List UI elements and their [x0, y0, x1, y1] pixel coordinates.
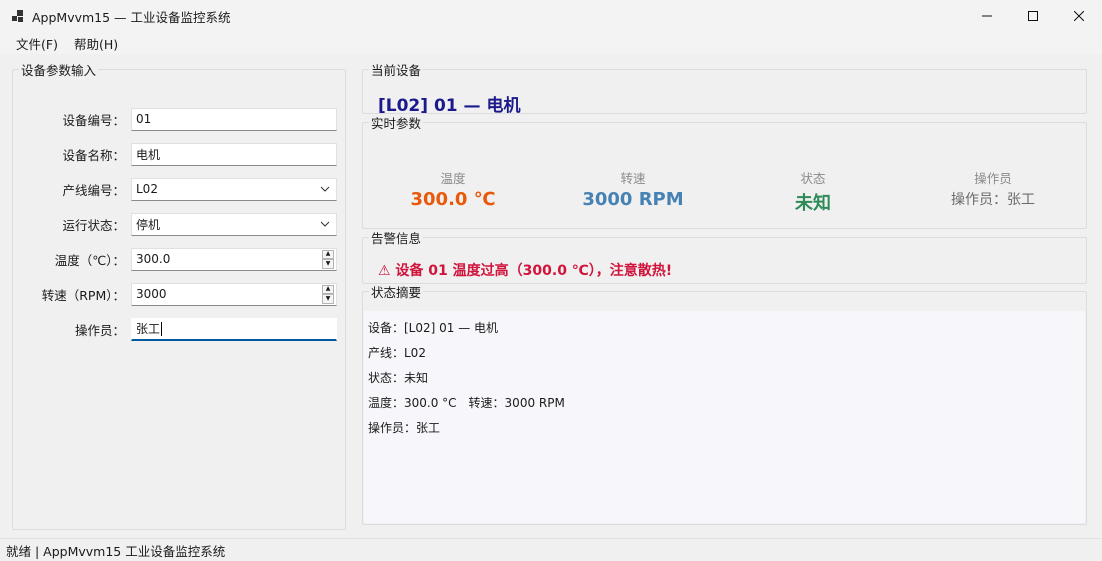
group-legend: 实时参数 — [371, 116, 422, 131]
main-area: 设备参数输入 设备编号： 01 设备名称： 电机 产线编号： L02 运行状态：… — [0, 54, 1102, 538]
device-input-group: 设备参数输入 设备编号： 01 设备名称： 电机 产线编号： L02 运行状态：… — [12, 60, 346, 530]
chevron-down-icon — [320, 186, 330, 192]
metric-temperature: 温度 300.0 ℃ — [363, 168, 543, 210]
current-device-group: 当前设备 [L02] 01 — 电机 — [362, 60, 1087, 116]
close-icon — [1074, 11, 1084, 21]
metric-status: 状态 未知 — [723, 168, 903, 215]
field-label: 转速（RPM）： — [41, 287, 125, 303]
maximize-button[interactable] — [1010, 0, 1056, 32]
menu-bar: 文件(F) 帮助(H) — [0, 32, 1102, 54]
operator-input[interactable]: 张工 — [131, 317, 337, 341]
metric-speed: 转速 3000 RPM — [543, 168, 723, 210]
summary-group: 状态摘要 设备：[L02] 01 — 电机 产线：L02 状态：未知 温度：30… — [362, 282, 1087, 525]
field-label: 设备编号： — [62, 112, 125, 128]
menu-help[interactable]: 帮助(H) — [66, 34, 126, 53]
metric-value: 操作员：张工 — [951, 192, 1035, 208]
group-legend: 告警信息 — [371, 231, 422, 246]
metric-operator: 操作员 操作员：张工 — [903, 168, 1083, 209]
summary-line: 产线：L02 — [368, 346, 426, 360]
group-legend: 状态摘要 — [371, 285, 422, 300]
alarm-message: ⚠ 设备 01 温度过高（300.0 ℃），注意散热! — [378, 263, 673, 279]
alarm-group: 告警信息 ⚠ 设备 01 温度过高（300.0 ℃），注意散热! — [362, 228, 1087, 284]
metric-label: 温度 — [440, 171, 466, 186]
metric-label: 转速 — [620, 171, 646, 186]
temperature-spinbox[interactable]: 300.0 ▲ ▼ — [131, 247, 337, 271]
form-row-run-status: 运行状态： 停机 — [13, 212, 343, 236]
menu-file[interactable]: 文件(F) — [8, 34, 66, 53]
group-legend: 当前设备 — [371, 63, 422, 78]
run-status-combobox[interactable]: 停机 — [131, 212, 337, 236]
form-row-device-id: 设备编号： 01 — [13, 107, 343, 131]
metric-value: 300.0 ℃ — [410, 189, 496, 210]
text-caret — [161, 321, 163, 336]
spin-down-icon[interactable]: ▼ — [322, 294, 334, 304]
device-name-input[interactable]: 电机 — [131, 142, 337, 166]
form-row-line-id: 产线编号： L02 — [13, 177, 343, 201]
metric-value: 3000 RPM — [582, 189, 684, 210]
minimize-button[interactable] — [964, 0, 1010, 32]
summary-line: 状态：未知 — [368, 371, 429, 385]
field-label: 产线编号： — [62, 182, 125, 198]
form-row-operator: 操作员： 张工 — [13, 317, 343, 341]
spin-up-icon[interactable]: ▲ — [322, 284, 334, 294]
group-legend: 设备参数输入 — [21, 63, 97, 78]
summary-line: 温度：300.0 °C 转速：3000 RPM — [368, 396, 565, 410]
speed-spinbox[interactable]: 3000 ▲ ▼ — [131, 282, 337, 306]
realtime-group: 实时参数 温度 300.0 ℃ 转速 3000 RPM 状态 未知 操作员 操作… — [362, 113, 1087, 229]
metric-label: 状态 — [800, 171, 826, 186]
title-bar: AppMvvm15 — 工业设备监控系统 — [0, 0, 1102, 32]
spin-up-icon[interactable]: ▲ — [322, 249, 334, 259]
summary-line: 设备：[L02] 01 — 电机 — [368, 321, 499, 335]
status-text: 就绪 | AppMvvm15 工业设备监控系统 — [6, 543, 226, 559]
status-bar: 就绪 | AppMvvm15 工业设备监控系统 — [0, 538, 1102, 561]
form-row-device-name: 设备名称： 电机 — [13, 142, 343, 166]
field-label: 设备名称： — [62, 147, 125, 163]
metric-value: 未知 — [795, 193, 831, 214]
summary-line: 操作员：张工 — [368, 421, 441, 435]
field-label: 操作员： — [74, 322, 125, 338]
summary-textbox[interactable]: 设备：[L02] 01 — 电机 产线：L02 状态：未知 温度：300.0 °… — [364, 311, 1085, 523]
field-label: 温度（℃）： — [54, 252, 125, 268]
chevron-down-icon — [320, 221, 330, 227]
maximize-icon — [1028, 11, 1038, 21]
app-icon — [10, 8, 26, 24]
line-id-combobox[interactable]: L02 — [131, 177, 337, 201]
form-row-speed: 转速（RPM）： 3000 ▲ ▼ — [13, 282, 343, 306]
device-id-input[interactable]: 01 — [131, 107, 337, 131]
spin-down-icon[interactable]: ▼ — [322, 259, 334, 269]
window-title: AppMvvm15 — 工业设备监控系统 — [32, 9, 231, 25]
form-row-temperature: 温度（℃）： 300.0 ▲ ▼ — [13, 247, 343, 271]
metric-label: 操作员 — [974, 171, 1012, 186]
close-button[interactable] — [1056, 0, 1102, 32]
minimize-icon — [982, 15, 992, 17]
field-label: 运行状态： — [62, 217, 125, 233]
